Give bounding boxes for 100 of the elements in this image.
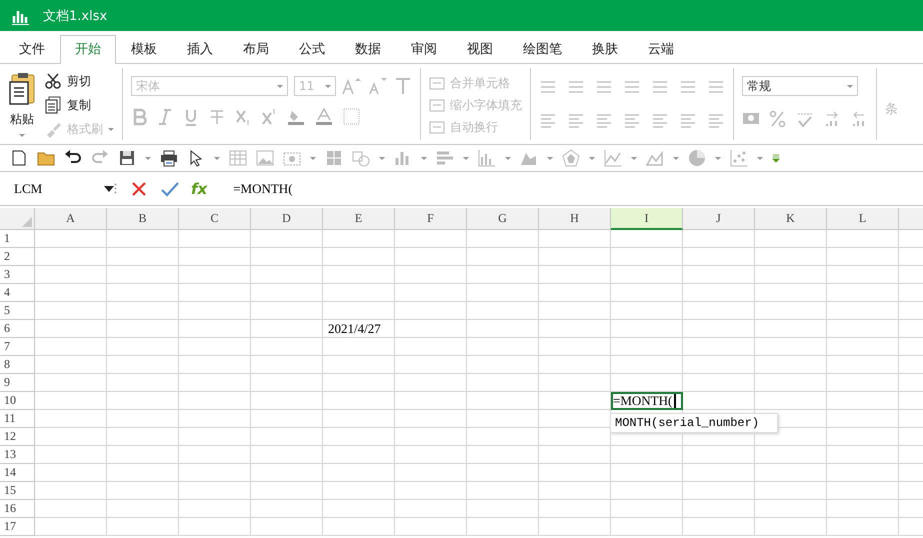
save-icon[interactable] bbox=[118, 149, 136, 167]
dropdown-caret-icon[interactable] bbox=[379, 156, 385, 160]
dropdown-caret-icon[interactable] bbox=[277, 84, 283, 88]
italic-icon[interactable] bbox=[157, 108, 173, 126]
column-chart-icon[interactable] bbox=[478, 149, 496, 167]
scatter-chart-icon[interactable] bbox=[730, 149, 748, 167]
percent-icon[interactable] bbox=[769, 110, 787, 128]
strikethrough-icon[interactable] bbox=[209, 108, 225, 126]
cancel-icon[interactable] bbox=[131, 180, 147, 196]
row-header[interactable]: 7 bbox=[0, 338, 35, 356]
ribbon-tab[interactable]: 审阅 bbox=[396, 35, 452, 64]
dropdown-caret-icon[interactable] bbox=[757, 156, 763, 160]
select-all-button[interactable] bbox=[0, 208, 35, 230]
shapes-icon[interactable] bbox=[352, 149, 370, 167]
column-header[interactable]: F bbox=[395, 208, 467, 230]
column-header[interactable]: C bbox=[179, 208, 251, 230]
copy-button[interactable]: 复制 bbox=[44, 96, 114, 114]
row-header[interactable]: 8 bbox=[0, 356, 35, 374]
ribbon-tab[interactable]: 文件 bbox=[4, 35, 60, 64]
column-header[interactable]: J bbox=[683, 208, 755, 230]
row-header[interactable]: 5 bbox=[0, 302, 35, 320]
pie-chart-icon[interactable] bbox=[688, 149, 706, 167]
row-header[interactable]: 1 bbox=[0, 230, 35, 248]
ribbon-tab[interactable]: 云端 bbox=[633, 35, 689, 64]
column-header[interactable]: H bbox=[539, 208, 611, 230]
row-header[interactable]: 16 bbox=[0, 500, 35, 518]
name-box[interactable]: LCM bbox=[0, 180, 104, 196]
row-header[interactable]: 10 bbox=[0, 392, 35, 410]
ribbon-tab[interactable]: 绘图笔 bbox=[508, 35, 577, 64]
dropdown-caret-icon[interactable] bbox=[310, 156, 316, 160]
increase-indent-icon[interactable] bbox=[707, 112, 725, 130]
dropdown-caret-icon[interactable] bbox=[631, 156, 637, 160]
row-header[interactable]: 13 bbox=[0, 446, 35, 464]
new-document-icon[interactable] bbox=[10, 149, 28, 167]
table-icon[interactable] bbox=[229, 149, 247, 167]
mountain-chart-icon[interactable] bbox=[646, 149, 664, 167]
row-header[interactable]: 4 bbox=[0, 284, 35, 302]
justify-icon[interactable] bbox=[623, 112, 641, 130]
paste-button[interactable]: 粘贴 bbox=[8, 72, 36, 136]
decrease-font-icon[interactable] bbox=[368, 77, 388, 95]
radar-chart-icon[interactable] bbox=[562, 149, 580, 167]
dropdown-caret-icon[interactable] bbox=[715, 156, 721, 160]
align-right-icon[interactable] bbox=[595, 112, 613, 130]
ribbon-tab[interactable]: 公式 bbox=[284, 35, 340, 64]
image-icon[interactable] bbox=[256, 149, 274, 167]
cell-grid[interactable]: 2021/4/27 =MONTH( MONTH(serial_number) bbox=[35, 230, 923, 536]
dropdown-caret-icon[interactable] bbox=[325, 84, 331, 88]
fill-color-icon[interactable] bbox=[287, 108, 305, 126]
align-center-icon[interactable] bbox=[567, 112, 585, 130]
dropdown-caret-icon[interactable] bbox=[214, 156, 220, 160]
dropdown-caret-icon[interactable] bbox=[145, 156, 151, 160]
dropdown-caret-icon[interactable] bbox=[463, 156, 469, 160]
font-color-icon[interactable] bbox=[315, 108, 333, 126]
column-header[interactable]: A bbox=[35, 208, 107, 230]
row-header[interactable]: 12 bbox=[0, 428, 35, 446]
superscript-icon[interactable] bbox=[261, 108, 277, 126]
grid-picture-icon[interactable] bbox=[325, 149, 343, 167]
cut-button[interactable]: 剪切 bbox=[44, 72, 114, 90]
row-header[interactable]: 6 bbox=[0, 320, 35, 338]
row-header[interactable]: 3 bbox=[0, 266, 35, 284]
ribbon-tab[interactable]: 视图 bbox=[452, 35, 508, 64]
row-header[interactable]: 9 bbox=[0, 374, 35, 392]
number-format-dropdown[interactable]: 常规 bbox=[742, 76, 858, 96]
borders-icon[interactable] bbox=[343, 108, 361, 126]
align-left-icon[interactable] bbox=[539, 112, 557, 130]
dropdown-caret-icon[interactable] bbox=[847, 84, 853, 88]
horizontal-bar-chart-icon[interactable] bbox=[436, 149, 454, 167]
increase-font-icon[interactable] bbox=[342, 77, 362, 95]
underline-icon[interactable] bbox=[183, 108, 199, 126]
ribbon-tab[interactable]: 数据 bbox=[340, 35, 396, 64]
column-header[interactable]: D bbox=[251, 208, 323, 230]
bold-icon[interactable] bbox=[131, 108, 147, 126]
row-header[interactable]: 11 bbox=[0, 410, 35, 428]
column-header[interactable]: I bbox=[611, 208, 683, 230]
clear-format-icon[interactable] bbox=[394, 77, 412, 95]
dropdown-caret-icon[interactable] bbox=[589, 156, 595, 160]
dropdown-caret-icon[interactable] bbox=[505, 156, 511, 160]
formula-input[interactable]: =MONTH( bbox=[233, 180, 293, 196]
column-header[interactable]: G bbox=[467, 208, 539, 230]
dropdown-caret-icon[interactable] bbox=[673, 156, 679, 160]
ribbon-tab[interactable]: 换肤 bbox=[577, 35, 633, 64]
column-header[interactable]: E bbox=[323, 208, 395, 230]
confirm-check-icon[interactable] bbox=[161, 180, 179, 196]
more-options-icon[interactable] bbox=[772, 154, 780, 162]
dropdown-caret-icon[interactable] bbox=[19, 133, 25, 138]
row-header[interactable]: 2 bbox=[0, 248, 35, 266]
ribbon-tab[interactable]: 布局 bbox=[228, 35, 284, 64]
subscript-icon[interactable] bbox=[235, 108, 251, 126]
line-chart-icon[interactable] bbox=[604, 149, 622, 167]
column-header[interactable]: L bbox=[827, 208, 899, 230]
dropdown-caret-icon[interactable] bbox=[547, 156, 553, 160]
ribbon-tab[interactable]: 开始 bbox=[60, 35, 116, 64]
dropdown-triangle-icon[interactable] bbox=[104, 186, 114, 192]
decrease-indent-icon[interactable] bbox=[679, 112, 697, 130]
printer-icon[interactable] bbox=[160, 149, 178, 167]
ribbon-tab[interactable]: 模板 bbox=[116, 35, 172, 64]
dropdown-caret-icon[interactable] bbox=[421, 156, 427, 160]
row-header[interactable]: 15 bbox=[0, 482, 35, 500]
row-header[interactable]: 17 bbox=[0, 518, 35, 536]
column-header[interactable]: K bbox=[755, 208, 827, 230]
